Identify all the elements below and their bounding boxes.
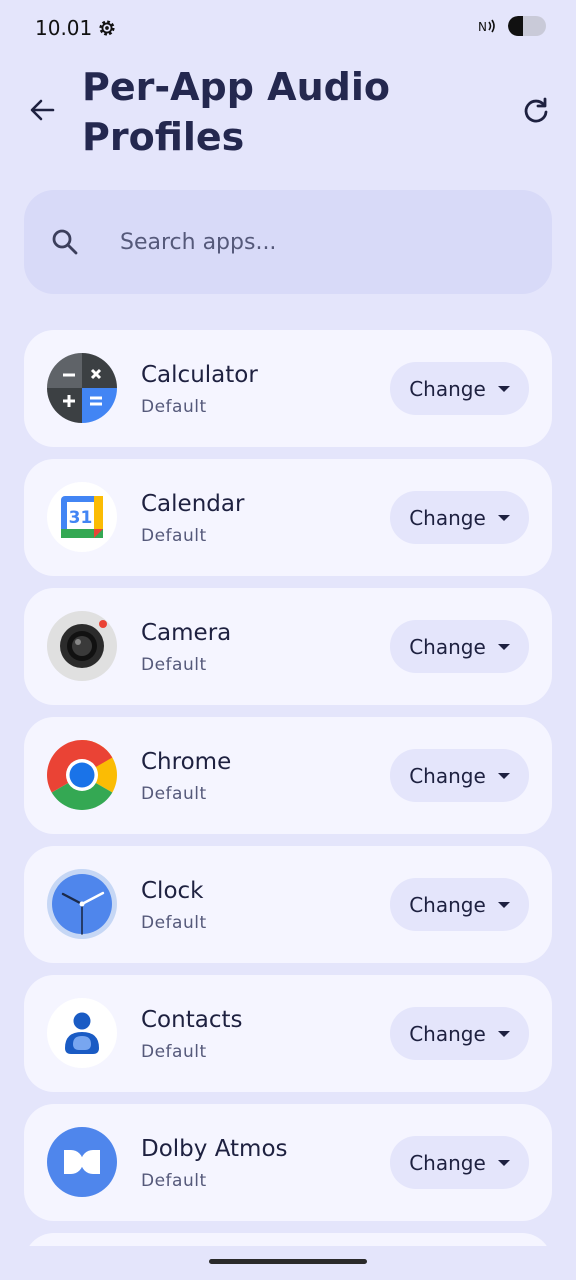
change-button-label: Change <box>409 1021 486 1046</box>
change-button-label: Change <box>409 376 486 401</box>
dropdown-arrow-icon <box>497 1030 510 1037</box>
change-profile-button[interactable]: Change <box>390 749 529 802</box>
battery-level <box>508 16 524 36</box>
app-list: Calculator Default Change 31 Calendar De… <box>24 330 552 1246</box>
app-list-item[interactable]: Camera Default Change <box>24 588 552 705</box>
app-name: Clock <box>141 878 204 904</box>
calendar-icon-date: 31 <box>69 508 93 528</box>
change-button-label: Change <box>409 763 486 788</box>
change-profile-button[interactable]: Change <box>390 620 529 673</box>
app-bar: Per-App Audio Profiles <box>0 56 576 176</box>
svg-text:N: N <box>478 20 487 34</box>
change-button-label: Change <box>409 505 486 530</box>
app-profile-label: Default <box>141 397 207 417</box>
arrow-back-icon <box>30 99 55 121</box>
app-list-item[interactable]: Calculator Default Change <box>24 330 552 447</box>
app-profile-label: Default <box>141 655 207 675</box>
change-profile-button[interactable]: Change <box>390 1007 529 1060</box>
nfc-icon: N <box>478 19 495 34</box>
status-indicators: N <box>478 16 546 36</box>
refresh-icon <box>524 97 548 123</box>
change-profile-button[interactable]: Change <box>390 362 529 415</box>
search-input[interactable] <box>118 228 502 256</box>
app-profile-label: Default <box>141 1042 207 1062</box>
back-button[interactable] <box>24 92 60 128</box>
change-profile-button[interactable]: Change <box>390 1136 529 1189</box>
gesture-nav-bar[interactable] <box>209 1259 367 1264</box>
battery-icon <box>508 16 546 36</box>
dropdown-arrow-icon <box>497 772 510 779</box>
app-list-item[interactable]: Contacts Default Change <box>24 975 552 1092</box>
dropdown-arrow-icon <box>497 514 510 521</box>
settings-gear-icon <box>99 20 115 36</box>
dropdown-arrow-icon <box>497 901 510 908</box>
app-name: Calendar <box>141 491 245 517</box>
dropdown-arrow-icon <box>497 1159 510 1166</box>
app-list-item[interactable]: Chrome Default Change <box>24 717 552 834</box>
chrome-icon <box>47 740 117 810</box>
page-title: Per-App Audio Profiles <box>82 65 390 159</box>
status-time: 10.01 <box>35 16 93 40</box>
app-list-item[interactable]: Clock Default Change <box>24 846 552 963</box>
dropdown-arrow-icon <box>497 643 510 650</box>
camera-icon <box>47 611 117 681</box>
dropdown-arrow-icon <box>497 385 510 392</box>
app-profile-label: Default <box>141 526 207 546</box>
app-name: Dolby Atmos <box>141 1136 288 1162</box>
app-list-item[interactable]: Dolby Atmos Default Change <box>24 1104 552 1221</box>
change-profile-button[interactable]: Change <box>390 878 529 931</box>
app-profile-label: Default <box>141 1171 207 1191</box>
app-name: Camera <box>141 620 232 646</box>
refresh-button[interactable] <box>518 92 554 128</box>
app-list-item-partial <box>24 1233 552 1246</box>
dolby-atmos-icon <box>47 1127 117 1197</box>
calculator-icon <box>47 353 117 423</box>
app-profile-label: Default <box>141 784 207 804</box>
search-bar[interactable] <box>24 190 552 294</box>
change-profile-button[interactable]: Change <box>390 491 529 544</box>
app-profile-label: Default <box>141 913 207 933</box>
calendar-icon: 31 <box>47 482 117 552</box>
status-bar: 10.01 N <box>0 0 576 56</box>
app-name: Calculator <box>141 362 258 388</box>
app-name: Chrome <box>141 749 232 775</box>
app-name: Contacts <box>141 1007 243 1033</box>
search-icon <box>52 229 78 255</box>
change-button-label: Change <box>409 892 486 917</box>
change-button-label: Change <box>409 1150 486 1175</box>
contacts-icon <box>47 998 117 1068</box>
change-button-label: Change <box>409 634 486 659</box>
clock-icon <box>47 869 117 939</box>
app-list-item[interactable]: 31 Calendar Default Change <box>24 459 552 576</box>
